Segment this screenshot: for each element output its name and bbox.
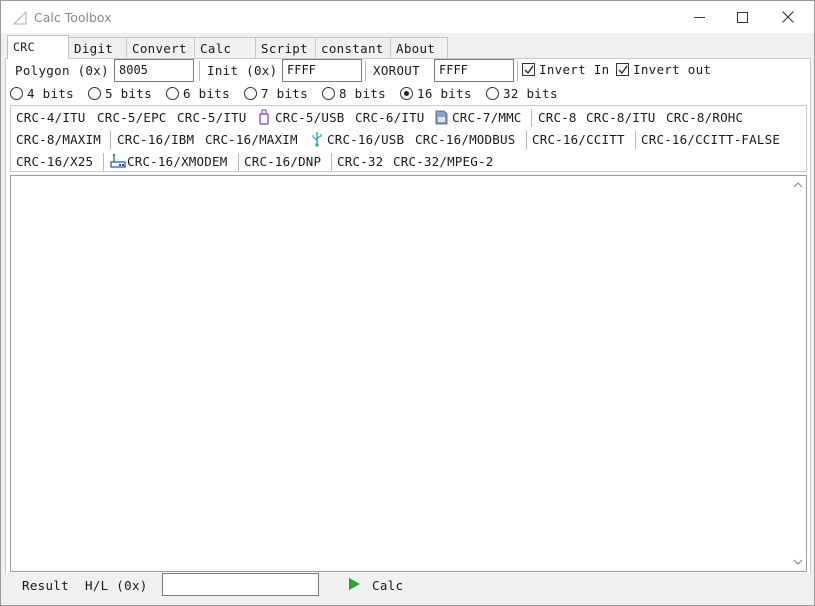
play-icon — [349, 578, 360, 590]
app-window: Calc Toolbox CRC Digit Convert Calc Scri… — [0, 0, 815, 606]
app-icon — [12, 10, 28, 26]
modem-icon — [110, 153, 126, 169]
tab-convert[interactable]: Convert — [126, 37, 195, 59]
scroll-down-icon — [793, 559, 803, 565]
radio-8-bits[interactable] — [322, 87, 335, 100]
preset-crc-8-itu[interactable]: CRC-8/ITU — [586, 110, 656, 125]
preset-crc-5-itu[interactable]: CRC-5/ITU — [177, 110, 247, 125]
tab-strip: CRC Digit Convert Calc Script constant A… — [5, 35, 811, 59]
tab-script[interactable]: Script — [255, 37, 316, 59]
invert-out-checkbox[interactable] — [616, 63, 629, 76]
hl-label: H/L (0x) — [85, 578, 148, 593]
init-input[interactable]: FFFF — [282, 59, 362, 82]
title-bar[interactable]: Calc Toolbox — [1, 1, 814, 33]
radio-label[interactable]: 8 bits — [339, 86, 386, 101]
radio-6-bits[interactable] — [166, 87, 179, 100]
preset-crc-4-itu[interactable]: CRC-4/ITU — [16, 110, 86, 125]
xorout-input[interactable]: FFFF — [434, 59, 514, 82]
preset-crc-16-usb[interactable]: CRC-16/USB — [327, 132, 404, 147]
preset-crc-16-x25[interactable]: CRC-16/X25 — [16, 154, 93, 169]
preset-crc-5-usb[interactable]: CRC-5/USB — [275, 110, 345, 125]
radio-label[interactable]: 16 bits — [417, 86, 472, 101]
invert-out-label[interactable]: Invert out — [633, 62, 711, 77]
result-input[interactable] — [162, 573, 319, 596]
init-label: Init (0x) — [207, 63, 278, 78]
divider — [517, 61, 518, 81]
usb-icon — [311, 131, 325, 147]
preset-crc-6-itu[interactable]: CRC-6/ITU — [355, 110, 425, 125]
divider — [103, 153, 104, 171]
invert-in-label[interactable]: Invert In — [539, 62, 609, 77]
result-bar: Result H/L (0x) Calc — [5, 573, 811, 601]
checkmark-icon — [524, 65, 534, 75]
preset-list: CRC-4/ITU CRC-5/EPC CRC-5/ITU CRC-5/USB … — [10, 105, 807, 172]
radio-16-bits[interactable] — [400, 87, 413, 100]
preset-crc-8-rohc[interactable]: CRC-8/ROHC — [666, 110, 743, 125]
preset-crc-8[interactable]: CRC-8 — [538, 110, 577, 125]
xorout-label: XOROUT — [373, 63, 420, 78]
divider — [110, 131, 111, 149]
preset-crc-32[interactable]: CRC-32 — [337, 154, 383, 169]
tab-constant[interactable]: constant — [315, 37, 391, 59]
tab-digit[interactable]: Digit — [68, 37, 127, 59]
usb-drive-icon — [258, 109, 272, 125]
result-label: Result — [22, 578, 69, 593]
tab-crc[interactable]: CRC — [7, 35, 69, 59]
close-icon — [782, 11, 794, 23]
preset-crc-7-mmc[interactable]: CRC-7/MMC — [452, 110, 522, 125]
divider — [331, 153, 332, 171]
preset-crc-16-ccitt-false[interactable]: CRC-16/CCITT-FALSE — [641, 132, 780, 147]
preset-crc-32-mpeg-2[interactable]: CRC-32/MPEG-2 — [393, 154, 493, 169]
preset-crc-5-epc[interactable]: CRC-5/EPC — [97, 110, 167, 125]
radio-label[interactable]: 7 bits — [261, 86, 308, 101]
output-textarea[interactable] — [10, 175, 807, 572]
window-title: Calc Toolbox — [34, 10, 112, 25]
preset-crc-16-modbus[interactable]: CRC-16/MODBUS — [415, 132, 515, 147]
divider — [635, 131, 636, 149]
divider — [365, 61, 366, 81]
tab-about[interactable]: About — [390, 37, 448, 59]
invert-in-checkbox[interactable] — [522, 63, 535, 76]
radio-4-bits[interactable] — [10, 87, 23, 100]
tab-calc[interactable]: Calc — [194, 37, 256, 59]
preset-crc-16-ccitt[interactable]: CRC-16/CCITT — [532, 132, 625, 147]
minimize-icon — [693, 16, 705, 18]
radio-7-bits[interactable] — [244, 87, 257, 100]
preset-crc-16-maxim[interactable]: CRC-16/MAXIM — [205, 132, 298, 147]
calc-button[interactable]: Calc — [343, 574, 423, 596]
minimize-button[interactable] — [676, 1, 722, 33]
radio-label[interactable]: 4 bits — [27, 86, 74, 101]
radio-5-bits[interactable] — [88, 87, 101, 100]
maximize-icon — [736, 11, 748, 23]
close-button[interactable] — [765, 1, 811, 33]
calc-button-label[interactable]: Calc — [372, 578, 403, 593]
divider — [199, 61, 200, 81]
polygon-label: Polygon (0x) — [15, 63, 109, 78]
checkmark-icon — [618, 65, 628, 75]
radio-32-bits[interactable] — [486, 87, 499, 100]
scroll-up-icon — [793, 182, 803, 188]
preset-crc-16-ibm[interactable]: CRC-16/IBM — [117, 132, 194, 147]
radio-label[interactable]: 5 bits — [105, 86, 152, 101]
divider — [526, 131, 527, 149]
maximize-button[interactable] — [719, 1, 765, 33]
preset-crc-8-maxim[interactable]: CRC-8/MAXIM — [16, 132, 101, 147]
polygon-input[interactable]: 8005 — [114, 59, 194, 82]
radio-label[interactable]: 6 bits — [183, 86, 230, 101]
preset-crc-16-dnp[interactable]: CRC-16/DNP — [244, 154, 321, 169]
divider — [531, 109, 532, 127]
sd-card-icon — [435, 109, 449, 125]
vertical-scrollbar[interactable] — [789, 176, 806, 571]
radio-label[interactable]: 32 bits — [503, 86, 558, 101]
preset-crc-16-xmodem[interactable]: CRC-16/XMODEM — [127, 154, 227, 169]
divider — [238, 153, 239, 171]
